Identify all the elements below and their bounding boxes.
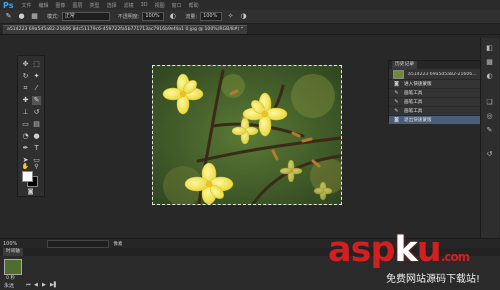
loop-select[interactable]: 永远: [4, 282, 14, 289]
history-snapshot[interactable]: a514223 69a5d5a82-21606...: [389, 69, 489, 80]
channels-panel-icon[interactable]: ◎: [485, 112, 494, 121]
airbrush-icon[interactable]: ✧: [226, 12, 235, 21]
quick-mask-icon[interactable]: ◙: [26, 187, 35, 196]
zoom-tool-icon[interactable]: ⚲: [32, 162, 41, 171]
brush-tool-icon[interactable]: ✎: [4, 12, 13, 21]
menu-bar: Ps 文件 编辑 图像 图层 类型 选择 滤镜 3D 视图 窗口 帮助: [0, 0, 500, 10]
opacity-label: 不透明度:: [117, 14, 140, 20]
menu-layer[interactable]: 图层: [73, 2, 83, 9]
frame-delay[interactable]: 0 秒: [6, 275, 15, 281]
history-item-label: 画笔工具: [404, 91, 423, 96]
panel-dock: ◧ ▦ ◐ ❏ ◎ ✎ ↺: [480, 38, 499, 238]
document-tab[interactable]: a514223 69a5d5a82-21606 8dc51179c6-45972…: [3, 25, 248, 34]
lasso-tool-icon[interactable]: ↻: [21, 72, 30, 81]
color-panel-icon[interactable]: ◧: [485, 44, 494, 53]
menu-image[interactable]: 图像: [56, 2, 66, 9]
history-panel-icon[interactable]: ↺: [485, 150, 494, 159]
menu-filter[interactable]: 滤镜: [124, 2, 134, 9]
snapshot-label: a514223 69a5d5a82-21606...: [408, 71, 477, 77]
healing-tool-icon[interactable]: ✚: [21, 96, 30, 105]
marquee-tool-icon[interactable]: ⬚: [32, 60, 41, 69]
clone-stamp-icon[interactable]: ⊥: [21, 108, 30, 117]
history-item[interactable]: ◙ 进入快速蒙版: [389, 80, 489, 89]
brush-icon: ✎: [394, 108, 399, 114]
history-item[interactable]: ✎ 画笔工具: [389, 89, 489, 98]
history-item-label: 画笔工具: [404, 109, 423, 114]
flow-label: 流量:: [185, 14, 198, 20]
pen-tool-icon[interactable]: ✒: [21, 144, 30, 153]
history-item-label: 退出快速蒙版: [404, 118, 432, 123]
brush-icon: ✎: [394, 99, 399, 105]
document-tab-bar: a514223 69a5d5a82-21606 8dc51179c6-45972…: [0, 24, 500, 35]
tab-timeline[interactable]: 时间轴: [3, 248, 23, 256]
menu-window[interactable]: 窗口: [172, 2, 182, 9]
flower-photo: [153, 66, 341, 204]
type-tool-icon[interactable]: T: [32, 144, 41, 153]
brush-preset-icon[interactable]: ●: [17, 12, 26, 21]
menu-type[interactable]: 类型: [90, 2, 100, 9]
toolbox: ✥ ⬚ ↻ ✦ ⌗ ⁄ ✚ ✎ ⊥ ↺ ▭ ▤ ◔ ● ✒ T ➤ ▭ ✋ ⚲ …: [17, 55, 45, 197]
status-unit: 像素: [113, 241, 123, 247]
options-bar: ✎ ● ▦ 模式: 正常 不透明度: 100% ◐ 流量: 100% ✧ ◑: [0, 10, 500, 24]
snapshot-thumbnail: [393, 69, 404, 79]
adjustments-panel-icon[interactable]: ◐: [485, 72, 494, 81]
watermark-logo: aspku.com 免费网站源码下载站!: [328, 230, 498, 288]
flow-field[interactable]: 100%: [200, 12, 223, 21]
tab-history[interactable]: 历史记录: [392, 61, 418, 69]
swatches-panel-icon[interactable]: ▦: [485, 58, 494, 67]
gradient-icon[interactable]: ▤: [32, 120, 41, 129]
watermark-part: asp: [328, 230, 396, 270]
brush-icon: ✎: [394, 90, 399, 96]
document-canvas[interactable]: [152, 65, 342, 205]
next-frame-icon[interactable]: ▶▌: [50, 282, 58, 288]
layers-panel-icon[interactable]: ❏: [485, 98, 494, 107]
menu-select[interactable]: 选择: [107, 2, 117, 9]
mode-label: 模式:: [47, 14, 59, 20]
watermark-subtitle: 免费网站源码下载站!: [386, 274, 481, 285]
watermark-part: .com: [440, 250, 470, 264]
watermark-part: k: [394, 230, 418, 270]
brush-tool-icon[interactable]: ✎: [32, 96, 41, 105]
eraser-icon[interactable]: ▭: [21, 120, 30, 129]
mode-select[interactable]: 正常: [61, 12, 110, 21]
prev-frame-icon[interactable]: ◀: [34, 282, 38, 288]
quickmask-icon: ◙: [394, 117, 399, 123]
menu-view[interactable]: 视图: [155, 2, 165, 9]
menu-help[interactable]: 帮助: [189, 2, 199, 9]
history-item-label: 进入快速蒙版: [404, 82, 432, 87]
zoom-level[interactable]: 100%: [3, 241, 17, 247]
foreground-color-swatch[interactable]: [22, 171, 33, 182]
menu-3d[interactable]: 3D: [141, 2, 148, 8]
pressure-opacity-icon[interactable]: ◐: [168, 12, 177, 21]
quickmask-icon: ◙: [394, 81, 399, 87]
play-icon[interactable]: ▶: [42, 282, 46, 288]
history-panel: 历史记录 a514223 69a5d5a82-21606... ◙ 进入快速蒙版…: [388, 60, 490, 125]
eyedropper-icon[interactable]: ⁄: [32, 84, 41, 93]
dodge-tool-icon[interactable]: ●: [32, 132, 41, 141]
menu-file[interactable]: 文件: [21, 2, 31, 9]
brush-panel-icon[interactable]: ▦: [30, 12, 39, 21]
move-tool-icon[interactable]: ✥: [21, 60, 30, 69]
history-panel-header: 历史记录: [389, 61, 489, 69]
status-info-field: [47, 239, 110, 248]
menu-edit[interactable]: 编辑: [39, 2, 49, 9]
crop-tool-icon[interactable]: ⌗: [21, 84, 30, 93]
blur-tool-icon[interactable]: ◔: [21, 132, 30, 141]
opacity-field[interactable]: 100%: [142, 12, 165, 21]
pressure-size-icon[interactable]: ◑: [239, 12, 248, 21]
first-frame-icon[interactable]: ⏮: [26, 282, 31, 288]
history-item-label: 画笔工具: [404, 100, 423, 105]
paths-panel-icon[interactable]: ✎: [485, 126, 494, 135]
timeline-frame[interactable]: [4, 259, 22, 275]
history-item[interactable]: ✎ 画笔工具: [389, 107, 489, 116]
watermark-part: u: [416, 230, 442, 270]
history-brush-icon[interactable]: ↺: [32, 108, 41, 117]
history-item[interactable]: ✎ 画笔工具: [389, 98, 489, 107]
history-item-active[interactable]: ◙ 退出快速蒙版: [389, 116, 489, 125]
hand-tool-icon[interactable]: ✋: [21, 162, 30, 171]
quick-select-icon[interactable]: ✦: [32, 72, 41, 81]
photoshop-logo[interactable]: Ps: [3, 1, 13, 10]
